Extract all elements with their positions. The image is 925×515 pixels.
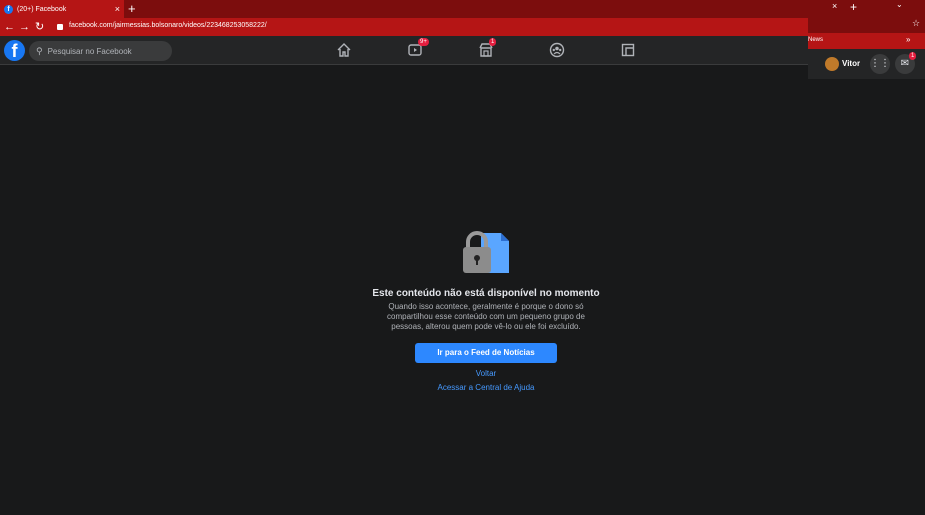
marketplace-tab[interactable]: 1 (478, 38, 497, 58)
url-field[interactable]: facebook.com/jairmessias.bolsonaro/video… (69, 22, 267, 29)
forward-arrow-icon[interactable]: → (19, 20, 30, 34)
home-icon[interactable] (336, 42, 352, 58)
tab-facebook[interactable]: f (20+) Facebook × (0, 0, 124, 18)
lock-icon[interactable] (57, 24, 63, 30)
new-tab-button[interactable]: + (128, 1, 136, 17)
error-title: Este conteúdo não está disponível no mom… (372, 288, 600, 299)
menu-grid-icon[interactable]: ⋮⋮ (870, 54, 890, 74)
help-center-link[interactable]: Acessar a Central de Ajuda (386, 383, 586, 392)
error-description: Quando isso acontece, geralmente é porqu… (387, 302, 585, 331)
bookmarks-bar: News » (808, 33, 925, 49)
search-input[interactable]: ⚲ Pesquisar no Facebook (29, 41, 172, 61)
secondary-address-bar: ☆ (808, 14, 925, 33)
padlock-document-icon (463, 231, 509, 273)
browser-window-secondary: × + ⌄ ☆ News » Vitor ⋮⋮ ✉ 1 (808, 0, 925, 515)
secondary-facebook-bar: Vitor ⋮⋮ ✉ 1 (808, 49, 925, 79)
bookmarks-more-button[interactable]: » (906, 35, 910, 44)
secondary-tab-strip: × + ⌄ (808, 0, 925, 14)
marketplace-badge: 1 (489, 38, 497, 46)
back-link[interactable]: Voltar (386, 369, 586, 378)
browser-window-main: f (20+) Facebook × + ← → ↻ facebook.com/… (0, 0, 808, 515)
tab-close-icon[interactable]: × (115, 4, 120, 14)
search-icon: ⚲ (36, 45, 43, 56)
facebook-top-bar: f ⚲ Pesquisar no Facebook 9+ 1 (0, 36, 808, 65)
user-name[interactable]: Vitor (842, 59, 860, 68)
facebook-logo[interactable]: f (4, 40, 25, 61)
bookmark-news[interactable]: News (808, 37, 823, 43)
watch-badge: 9+ (418, 38, 429, 46)
tab-title: (20+) Facebook (17, 5, 67, 13)
tab-strip: f (20+) Facebook × + (0, 0, 808, 18)
search-placeholder: Pesquisar no Facebook (47, 46, 132, 56)
back-arrow-icon[interactable]: ← (4, 20, 15, 34)
secondary-new-tab-button[interactable]: + (850, 0, 857, 14)
gaming-icon[interactable] (620, 42, 636, 58)
messenger-badge: 1 (909, 52, 917, 60)
screen: f (20+) Facebook × + ← → ↻ facebook.com/… (0, 0, 925, 515)
address-bar: ← → ↻ facebook.com/jairmessias.bolsonaro… (0, 18, 808, 36)
tab-search-chevron-icon[interactable]: ⌄ (896, 0, 903, 9)
reload-icon[interactable]: ↻ (35, 20, 44, 34)
star-icon[interactable]: ☆ (912, 18, 920, 29)
watch-tab[interactable]: 9+ (407, 38, 429, 58)
go-to-feed-button[interactable]: Ir para o Feed de Notícias (415, 343, 557, 363)
avatar[interactable] (825, 57, 839, 71)
secondary-tab-close[interactable]: × (832, 1, 837, 11)
facebook-favicon-icon: f (4, 4, 13, 14)
groups-icon[interactable] (549, 42, 565, 58)
